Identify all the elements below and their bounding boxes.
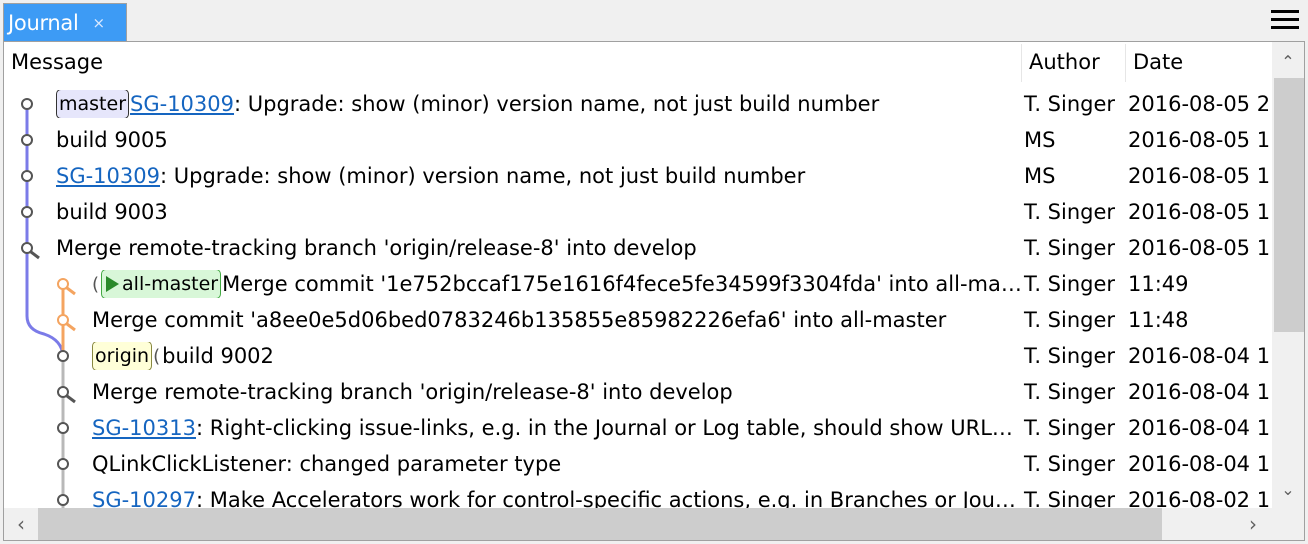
table-row[interactable]: master SG-10309: Upgrade: show (minor) ve… bbox=[4, 86, 1272, 122]
scroll-right-icon[interactable]: › bbox=[1236, 508, 1270, 540]
author-cell: T. Singer bbox=[1024, 488, 1116, 508]
column-header-date[interactable]: Date bbox=[1133, 50, 1183, 74]
badge-label: origin bbox=[95, 345, 150, 367]
issue-link[interactable]: SG-10309 bbox=[56, 164, 160, 188]
column-divider[interactable] bbox=[1125, 44, 1126, 82]
table-row[interactable]: Merge remote-tracking branch 'origin/rel… bbox=[4, 230, 1272, 266]
commit-message: : Upgrade: show (minor) version name, no… bbox=[234, 92, 880, 116]
commit-message: : Make Accelerators work for control-spe… bbox=[196, 488, 1016, 508]
commit-message: Merge commit '1e752bccaf175e1616f4fece5f… bbox=[222, 272, 1020, 296]
date-cell: 11:49 bbox=[1128, 272, 1189, 296]
vertical-scroll-thumb[interactable] bbox=[1274, 78, 1304, 332]
commit-message: build 9003 bbox=[56, 200, 168, 224]
table-row[interactable]: Merge commit 'a8ee0e5d06bed0783246b13585… bbox=[4, 302, 1272, 338]
commit-message: build 9005 bbox=[56, 128, 168, 152]
table-row[interactable]: SG-10309: Upgrade: show (minor) version … bbox=[4, 158, 1272, 194]
branch-badge-master[interactable]: master bbox=[56, 90, 130, 118]
horizontal-scrollbar[interactable]: ‹ › bbox=[4, 508, 1304, 540]
date-cell: 2016-08-05 2 bbox=[1128, 92, 1271, 116]
scroll-left-icon[interactable]: ‹ bbox=[4, 508, 38, 540]
play-icon bbox=[106, 276, 120, 292]
author-cell: T. Singer bbox=[1024, 236, 1116, 260]
commit-message: build 9002 bbox=[162, 344, 274, 368]
branch-badge-origin[interactable]: origin bbox=[92, 342, 153, 370]
commit-message: : Upgrade: show (minor) version name, no… bbox=[160, 164, 806, 188]
tab-bar: Journal × bbox=[0, 0, 1308, 41]
date-cell: 2016-08-02 1 bbox=[1128, 488, 1271, 508]
date-cell: 2016-08-05 1 bbox=[1128, 200, 1271, 224]
close-icon[interactable]: × bbox=[93, 14, 106, 32]
commit-message: Merge remote-tracking branch 'origin/rel… bbox=[92, 380, 733, 404]
message-cell: origin(build 9002 bbox=[92, 342, 1020, 370]
commit-message: Merge commit 'a8ee0e5d06bed0783246b13585… bbox=[92, 308, 947, 332]
badge-notch: ( bbox=[92, 273, 100, 295]
column-header-author[interactable]: Author bbox=[1029, 50, 1100, 74]
table-row[interactable]: SG-10313: Right-clicking issue-links, e.… bbox=[4, 410, 1272, 446]
author-cell: T. Singer bbox=[1024, 92, 1116, 116]
column-divider[interactable] bbox=[1021, 44, 1022, 82]
table-row[interactable]: SG-10297: Make Accelerators work for con… bbox=[4, 482, 1272, 508]
author-cell: MS bbox=[1024, 128, 1056, 152]
badge-notch: ( bbox=[153, 345, 161, 367]
message-cell: build 9003 bbox=[56, 198, 1020, 226]
date-cell: 2016-08-05 1 bbox=[1128, 236, 1271, 260]
table-row[interactable]: QLinkClickListener: changed parameter ty… bbox=[4, 446, 1272, 482]
table-body: master SG-10309: Upgrade: show (minor) ve… bbox=[4, 86, 1272, 508]
date-cell: 2016-08-04 1 bbox=[1128, 416, 1271, 440]
journal-table: Message Author Date master SG-10309: Upgr… bbox=[3, 41, 1305, 541]
author-cell: MS bbox=[1024, 164, 1056, 188]
message-cell: QLinkClickListener: changed parameter ty… bbox=[92, 450, 1020, 478]
date-cell: 2016-08-05 1 bbox=[1128, 128, 1271, 152]
table-row[interactable]: build 9003 T. Singer 2016-08-05 1 bbox=[4, 194, 1272, 230]
badge-label: master bbox=[59, 93, 127, 115]
message-cell: build 9005 bbox=[56, 126, 1020, 154]
message-cell: Merge commit 'a8ee0e5d06bed0783246b13585… bbox=[92, 306, 1020, 334]
issue-link[interactable]: SG-10313 bbox=[92, 416, 196, 440]
issue-link[interactable]: SG-10297 bbox=[92, 488, 196, 508]
branch-badge-allmaster[interactable]: all-master bbox=[101, 270, 222, 298]
date-cell: 2016-08-04 1 bbox=[1128, 344, 1271, 368]
date-cell: 2016-08-04 1 bbox=[1128, 380, 1271, 404]
tab-label: Journal bbox=[8, 10, 79, 35]
scroll-down-icon[interactable]: ⌄ bbox=[1272, 474, 1304, 504]
message-cell: SG-10297: Make Accelerators work for con… bbox=[92, 486, 1020, 508]
table-row[interactable]: ( all-master Merge commit '1e752bccaf175e1… bbox=[4, 266, 1272, 302]
message-cell: SG-10309: Upgrade: show (minor) version … bbox=[56, 162, 1020, 190]
commit-message: QLinkClickListener: changed parameter ty… bbox=[92, 452, 562, 476]
author-cell: T. Singer bbox=[1024, 380, 1116, 404]
vertical-scrollbar[interactable]: ⌃ ⌄ bbox=[1272, 42, 1304, 508]
author-cell: T. Singer bbox=[1024, 200, 1116, 224]
table-header: Message Author Date bbox=[4, 42, 1272, 86]
message-cell: master SG-10309: Upgrade: show (minor) ve… bbox=[56, 90, 1020, 118]
date-cell: 11:48 bbox=[1128, 308, 1189, 332]
badge-label: all-master bbox=[122, 273, 219, 295]
column-header-message[interactable]: Message bbox=[11, 50, 103, 74]
tab-journal[interactable]: Journal × bbox=[3, 3, 127, 41]
author-cell: T. Singer bbox=[1024, 308, 1116, 332]
author-cell: T. Singer bbox=[1024, 344, 1116, 368]
hamburger-menu-icon[interactable] bbox=[1271, 10, 1299, 32]
message-cell: Merge remote-tracking branch 'origin/rel… bbox=[56, 234, 1020, 262]
author-cell: T. Singer bbox=[1024, 452, 1116, 476]
horizontal-scroll-thumb[interactable] bbox=[38, 508, 1162, 540]
message-cell: ( all-master Merge commit '1e752bccaf175e1… bbox=[92, 270, 1020, 298]
commit-message: : Right-clicking issue-links, e.g. in th… bbox=[196, 416, 1013, 440]
message-cell: SG-10313: Right-clicking issue-links, e.… bbox=[92, 414, 1020, 442]
author-cell: T. Singer bbox=[1024, 272, 1116, 296]
message-cell: Merge remote-tracking branch 'origin/rel… bbox=[92, 378, 1020, 406]
author-cell: T. Singer bbox=[1024, 416, 1116, 440]
date-cell: 2016-08-04 1 bbox=[1128, 452, 1271, 476]
scroll-up-icon[interactable]: ⌃ bbox=[1272, 46, 1304, 76]
date-cell: 2016-08-05 1 bbox=[1128, 164, 1271, 188]
issue-link[interactable]: SG-10309 bbox=[130, 92, 234, 116]
commit-message: Merge remote-tracking branch 'origin/rel… bbox=[56, 236, 697, 260]
table-row[interactable]: Merge remote-tracking branch 'origin/rel… bbox=[4, 374, 1272, 410]
table-row[interactable]: origin(build 9002 T. Singer 2016-08-04 1 bbox=[4, 338, 1272, 374]
table-row[interactable]: build 9005 MS 2016-08-05 1 bbox=[4, 122, 1272, 158]
